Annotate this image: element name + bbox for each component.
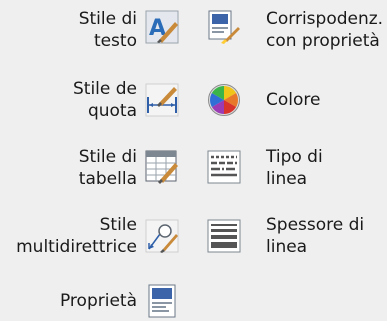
table-style-label: Stile di tabella: [78, 147, 137, 189]
color-label: Colore: [266, 90, 321, 110]
linetype-button[interactable]: [207, 150, 241, 184]
color-button[interactable]: [207, 83, 241, 117]
text-style-button[interactable]: A: [145, 10, 179, 44]
table-style-button[interactable]: [145, 150, 179, 184]
lineweight-label: Spessore di linea: [266, 215, 365, 257]
color-wheel-icon: [208, 84, 240, 116]
text-style-label: Stile di testo: [78, 9, 137, 51]
multileader-style-icon: [145, 219, 179, 253]
dimension-style-button[interactable]: [145, 83, 179, 117]
match-properties-button[interactable]: [207, 10, 241, 44]
dimension-style-icon: [145, 83, 179, 117]
match-properties-icon: [208, 10, 240, 44]
properties-icon: [148, 284, 176, 318]
lineweight-icon: [207, 219, 241, 253]
multileader-style-label: Stile multidirettrice: [16, 215, 137, 257]
match-properties-label: Corrispodenz. con proprietà: [266, 9, 384, 51]
properties-button[interactable]: [145, 284, 179, 318]
properties-label: Proprietà: [59, 291, 137, 311]
dimension-style-label: Stile de quota: [72, 79, 137, 121]
multileader-style-button[interactable]: [145, 219, 179, 253]
linetype-icon: [207, 150, 241, 184]
lineweight-button[interactable]: [207, 219, 241, 253]
table-style-icon: [145, 150, 178, 184]
text-style-icon: A: [145, 10, 179, 44]
linetype-label: Tipo di linea: [266, 147, 323, 189]
